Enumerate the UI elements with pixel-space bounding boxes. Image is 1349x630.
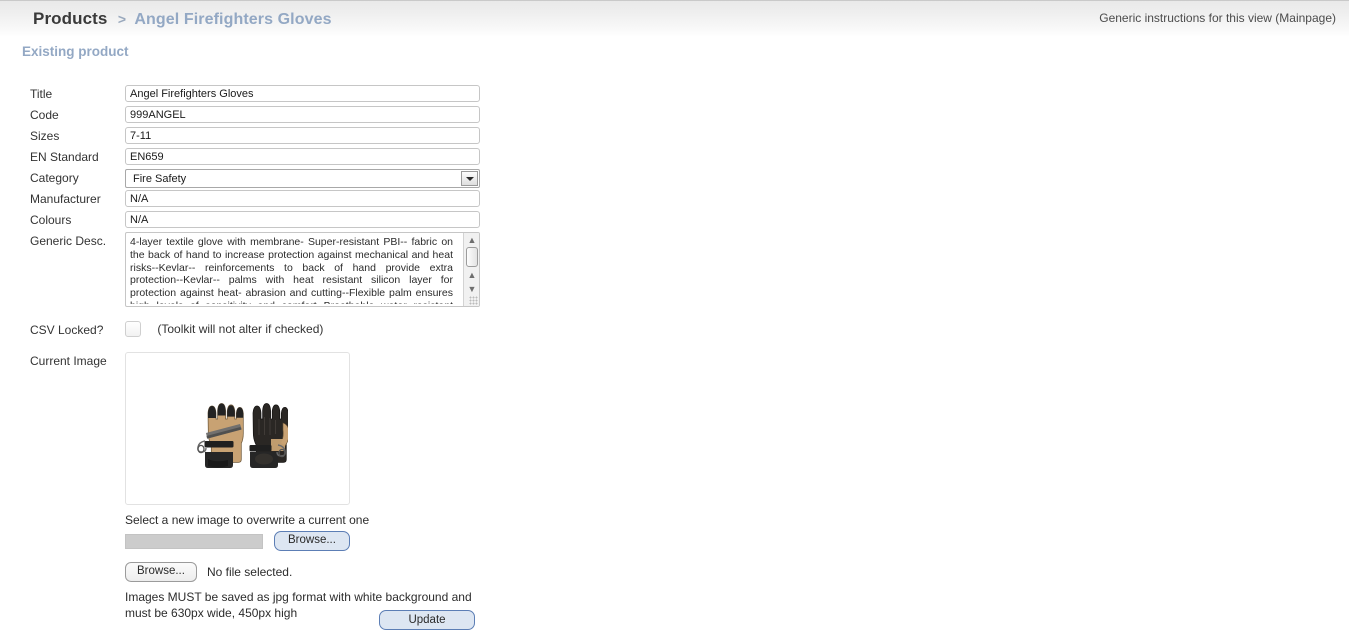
label-code: Code [30, 108, 59, 122]
form-row-colours: Colours [0, 211, 520, 230]
form-row-csv-locked: CSV Locked? (Toolkit will not alter if c… [0, 321, 520, 340]
form-row-code: Code [0, 106, 520, 125]
breadcrumb-root-link[interactable]: Products [33, 9, 107, 28]
field-manufacturer [125, 190, 480, 207]
form-row-manufacturer: Manufacturer [0, 190, 520, 209]
field-title [125, 85, 480, 102]
upload-path-input[interactable] [125, 533, 263, 549]
field-en-standard [125, 148, 480, 165]
scrollbar-thumb[interactable] [466, 247, 478, 267]
top-header-bar: Products > Angel Firefighters Gloves Gen… [0, 0, 1349, 37]
field-colours [125, 211, 480, 228]
field-generic-desc: 4-layer textile glove with membrane- Sup… [125, 232, 480, 307]
upload-row-primary: Browse... [125, 531, 485, 551]
form-row-current-image: Current Image Select a new image to over… [0, 352, 520, 621]
scroll-up-secondary-icon[interactable]: ▲ [465, 269, 479, 282]
form-row-en-standard: EN Standard [0, 148, 520, 167]
browse-button-primary[interactable]: Browse... [274, 531, 350, 551]
en-standard-input[interactable] [125, 148, 480, 165]
field-current-image: Select a new image to overwrite a curren… [125, 352, 485, 621]
breadcrumb: Products > Angel Firefighters Gloves [33, 8, 332, 31]
colours-input[interactable] [125, 211, 480, 228]
label-csv-locked: CSV Locked? [30, 323, 104, 337]
scroll-down-icon[interactable]: ▼ [465, 283, 479, 296]
resize-grip-icon[interactable] [469, 296, 478, 305]
upload-row-file: Browse... No file selected. [125, 562, 485, 582]
field-code [125, 106, 480, 123]
no-file-selected-text: No file selected. [206, 565, 293, 579]
label-en-standard: EN Standard [30, 150, 99, 164]
label-current-image: Current Image [30, 354, 107, 368]
sizes-input[interactable] [125, 127, 480, 144]
page-title: Existing product [22, 44, 129, 59]
breadcrumb-separator: > [117, 11, 127, 27]
code-input[interactable] [125, 106, 480, 123]
browse-button-file[interactable]: Browse... [125, 562, 197, 582]
label-title: Title [30, 87, 53, 101]
category-select[interactable]: Fire Safety [125, 169, 480, 188]
field-sizes [125, 127, 480, 144]
label-manufacturer: Manufacturer [30, 192, 101, 206]
glove-image [188, 379, 289, 479]
current-image-preview [125, 352, 350, 505]
form-row-category: Category Fire Safety [0, 169, 520, 188]
csv-locked-checkbox[interactable] [125, 321, 141, 337]
field-csv-locked: (Toolkit will not alter if checked) [125, 321, 323, 337]
label-generic-desc: Generic Desc. [30, 234, 107, 248]
form-row-generic-desc: Generic Desc. 4-layer textile glove with… [0, 232, 520, 307]
breadcrumb-current-item: Angel Firefighters Gloves [134, 11, 332, 28]
label-category: Category [30, 171, 79, 185]
title-input[interactable] [125, 85, 480, 102]
product-form: Title Code Sizes EN Standard Category Fi… [0, 85, 520, 621]
csv-locked-note: (Toolkit will not alter if checked) [157, 322, 324, 336]
generic-instructions-link[interactable]: Generic instructions for this view (Main… [1099, 11, 1336, 25]
update-button[interactable]: Update [379, 610, 475, 630]
label-colours: Colours [30, 213, 72, 227]
manufacturer-input[interactable] [125, 190, 480, 207]
label-sizes: Sizes [30, 129, 60, 143]
field-category: Fire Safety [125, 169, 480, 188]
textarea-scrollbar[interactable]: ▲ ▲ ▼ [463, 233, 479, 306]
upload-instruction: Select a new image to overwrite a curren… [125, 513, 370, 527]
generic-desc-textarea[interactable]: 4-layer textile glove with membrane- Sup… [125, 232, 480, 307]
generic-desc-text: 4-layer textile glove with membrane- Sup… [130, 236, 453, 304]
form-row-title: Title [0, 85, 520, 104]
category-selected-value: Fire Safety [133, 173, 187, 185]
form-row-sizes: Sizes [0, 127, 520, 146]
chevron-down-icon[interactable] [461, 171, 478, 186]
scroll-up-icon[interactable]: ▲ [465, 234, 479, 247]
